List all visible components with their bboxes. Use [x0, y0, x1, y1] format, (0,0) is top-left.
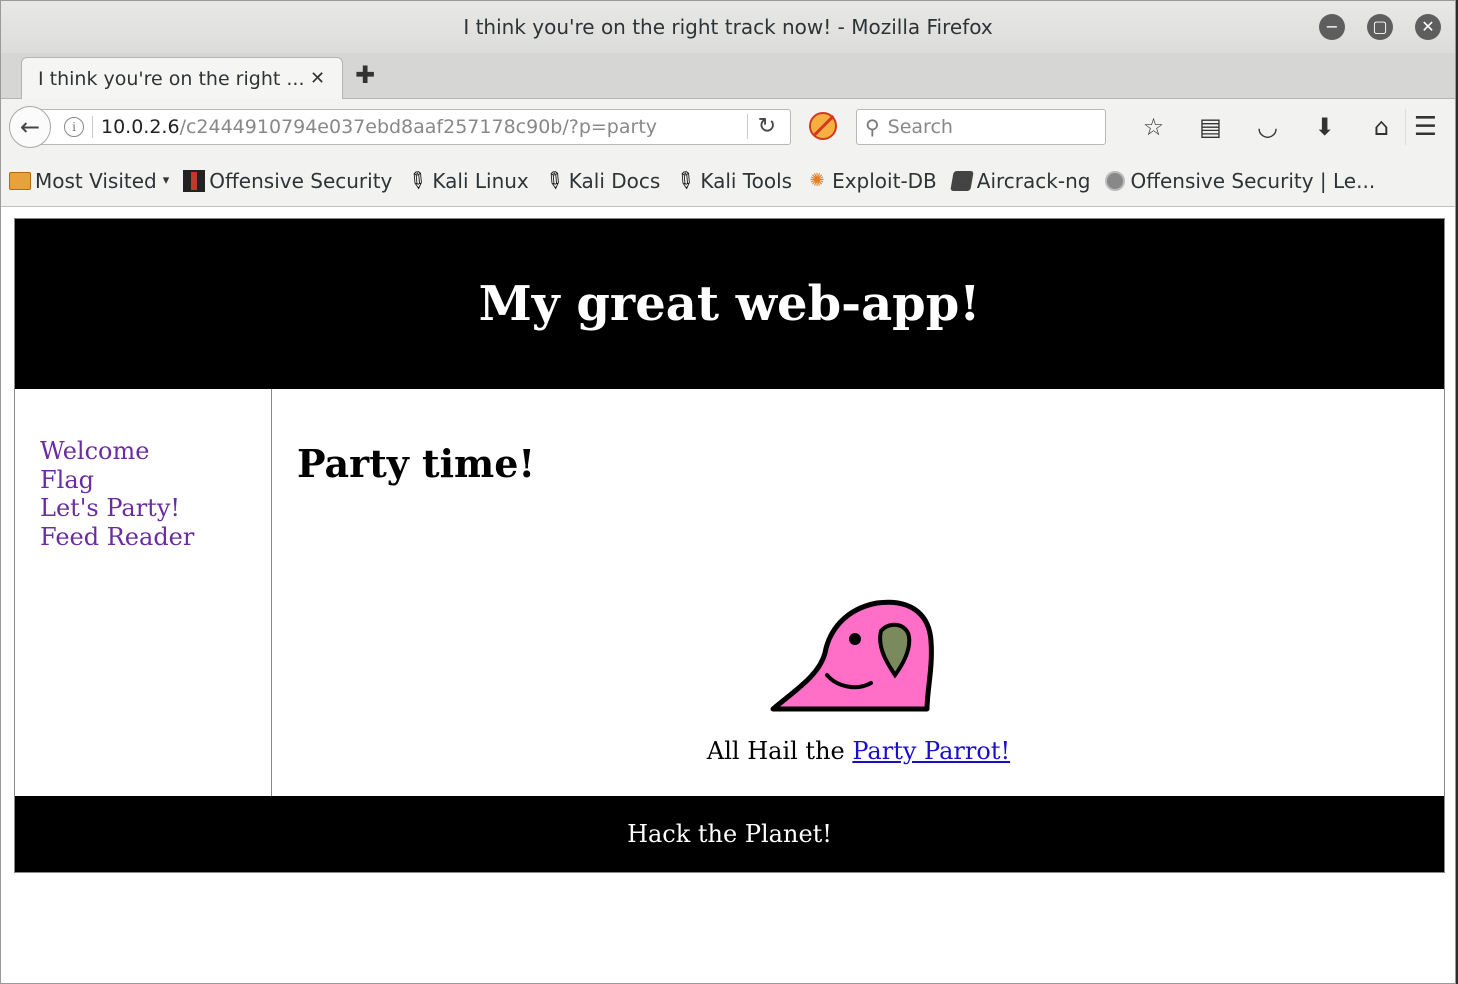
- bookmarks-toolbar: Most Visited ▾ Offensive Security ✎ Kali…: [1, 155, 1455, 207]
- title-bar: I think you're on the right track now! -…: [1, 1, 1455, 53]
- chevron-down-icon: ▾: [162, 173, 170, 188]
- bookmark-label: Kali Docs: [568, 168, 661, 193]
- bookmark-label: Offensive Security: [209, 168, 393, 193]
- site-info-icon[interactable]: i: [64, 117, 84, 137]
- close-window-button[interactable]: ✕: [1415, 14, 1441, 40]
- script-block-icon[interactable]: [809, 112, 837, 140]
- bookmark-offensive-security-le[interactable]: Offensive Security | Le...: [1104, 169, 1375, 193]
- kali-dragon-icon: ✎: [402, 164, 433, 197]
- site-header: My great web-app!: [15, 219, 1444, 389]
- back-button[interactable]: ←: [9, 106, 51, 148]
- navigation-toolbar: i 10.0.2.6/c2444910794e037ebd8aaf257178c…: [1, 99, 1455, 155]
- bookmark-most-visited[interactable]: Most Visited ▾: [9, 169, 169, 193]
- nav-link-feed-reader[interactable]: Feed Reader: [40, 523, 271, 552]
- parrot-caption: All Hail the Party Parrot!: [273, 737, 1444, 765]
- aircrack-icon: [950, 170, 974, 192]
- bookmark-kali-docs[interactable]: ✎ Kali Docs: [539, 165, 661, 196]
- parrot-eye: [849, 633, 861, 645]
- nav-link-lets-party[interactable]: Let's Party!: [40, 494, 271, 523]
- party-parrot-image: [770, 599, 934, 712]
- page-heading: Party time!: [297, 441, 536, 486]
- browser-window: I think you're on the right track now! -…: [0, 0, 1456, 984]
- bookmark-offensive-security[interactable]: Offensive Security: [183, 169, 392, 193]
- globe-icon: [1104, 170, 1126, 192]
- bookmark-kali-tools[interactable]: ✎ Kali Tools: [670, 165, 793, 196]
- bookmark-kali-linux[interactable]: ✎ Kali Linux: [402, 165, 529, 196]
- kali-dragon-icon: ✎: [670, 164, 701, 197]
- url-path: /c2444910794e037ebd8aaf257178c90b/?p=par…: [179, 116, 658, 138]
- offsec-icon: [183, 169, 206, 192]
- search-placeholder: Search: [887, 116, 953, 138]
- footer-text: Hack the Planet!: [627, 820, 832, 848]
- tab-strip: I think you're on the right ... ✕ ✚: [1, 53, 1455, 99]
- exploit-db-icon: ✺: [809, 170, 825, 191]
- site-title: My great web-app!: [478, 276, 981, 332]
- window-title: I think you're on the right track now! -…: [463, 15, 993, 39]
- bookmark-exploit-db[interactable]: ✺ Exploit-DB: [806, 169, 937, 193]
- reload-icon[interactable]: ↻: [746, 114, 776, 139]
- nav-link-welcome[interactable]: Welcome: [40, 437, 271, 466]
- url-text[interactable]: 10.0.2.6/c2444910794e037ebd8aaf257178c90…: [101, 116, 657, 138]
- minimize-button[interactable]: −: [1319, 14, 1345, 40]
- bookmark-aircrack-ng[interactable]: Aircrack-ng: [950, 168, 1091, 193]
- tab-close-icon[interactable]: ✕: [310, 68, 325, 89]
- bookmark-label: Aircrack-ng: [976, 168, 1091, 193]
- url-separator: [92, 116, 93, 138]
- reading-list-icon[interactable]: ▤: [1182, 109, 1239, 145]
- bookmark-label: Kali Tools: [700, 168, 793, 193]
- site-sidebar: Welcome Flag Let's Party! Feed Reader: [15, 389, 272, 796]
- web-app-container: My great web-app! Welcome Flag Let's Par…: [14, 218, 1445, 873]
- tab-label: I think you're on the right ...: [38, 67, 305, 90]
- pocket-icon[interactable]: ◡: [1239, 109, 1296, 145]
- bookmark-label: Most Visited: [35, 168, 157, 193]
- tab-active[interactable]: I think you're on the right ... ✕: [21, 57, 343, 99]
- url-bar[interactable]: i 10.0.2.6/c2444910794e037ebd8aaf257178c…: [31, 109, 791, 145]
- folder-icon: [9, 170, 31, 192]
- maximize-button[interactable]: ▢: [1367, 14, 1393, 40]
- party-parrot-link[interactable]: Party Parrot!: [852, 737, 1010, 765]
- window-controls: − ▢ ✕: [1319, 14, 1441, 40]
- bookmark-label: Kali Linux: [432, 168, 529, 193]
- bookmark-label: Offensive Security | Le...: [1130, 168, 1376, 193]
- bookmark-label: Exploit-DB: [832, 168, 937, 193]
- home-icon[interactable]: ⌂: [1353, 109, 1410, 145]
- main-section: Party time! All Hail the Party Parrot!: [273, 389, 1444, 796]
- url-host: 10.0.2.6: [101, 116, 180, 138]
- caption-text: All Hail the: [706, 737, 853, 765]
- kali-dragon-icon: ✎: [538, 164, 569, 197]
- page-content: My great web-app! Welcome Flag Let's Par…: [1, 207, 1455, 983]
- search-icon: ⚲: [865, 115, 880, 139]
- nav-link-flag[interactable]: Flag: [40, 466, 271, 495]
- site-footer: Hack the Planet!: [15, 796, 1444, 872]
- bookmark-star-icon[interactable]: ☆: [1125, 109, 1182, 145]
- search-input[interactable]: ⚲ Search: [856, 109, 1106, 145]
- hamburger-menu-icon[interactable]: ☰: [1405, 109, 1445, 145]
- download-icon[interactable]: ⬇: [1296, 109, 1353, 145]
- toolbar-icons: ☆ ▤ ◡ ⬇ ⌂: [1125, 109, 1410, 145]
- new-tab-button[interactable]: ✚: [355, 61, 375, 89]
